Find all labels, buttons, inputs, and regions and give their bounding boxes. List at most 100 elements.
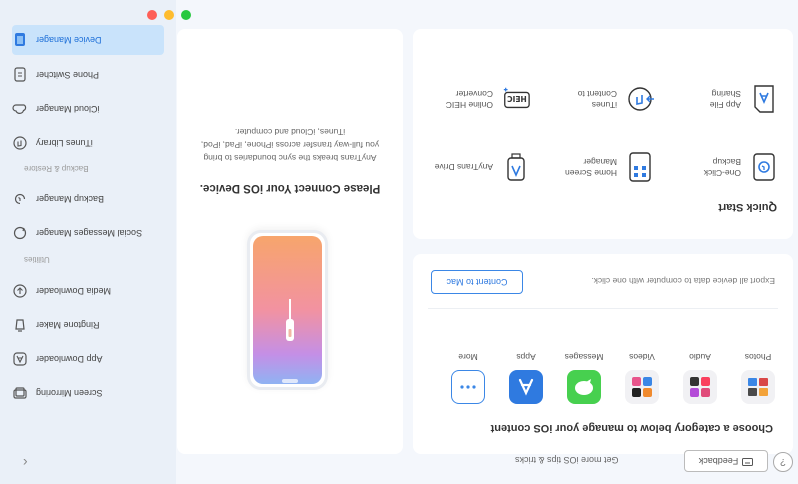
category-messages[interactable]: Messages: [564, 352, 604, 404]
sidebar-item-label: Social Messages Manager: [36, 228, 143, 238]
label-line: Home Screen: [565, 168, 617, 178]
close-window-button[interactable]: [147, 10, 157, 20]
label-line: AnyTrans Drive: [434, 162, 493, 173]
quick-start-itunes-content[interactable]: iTunes Content to: [540, 79, 655, 119]
videos-icon: [625, 370, 659, 404]
connect-device-description: AnyTrans breaks the sync boundaries to b…: [187, 125, 393, 164]
sidebar-item-label: Screen Mirroring: [36, 388, 103, 398]
description-line: iTunes, iCloud and computer.: [234, 127, 346, 137]
icloud-icon: [12, 101, 28, 117]
anytrans-drive-icon: [501, 152, 531, 182]
sidebar-item-app-downloader[interactable]: App Downloader: [12, 344, 164, 374]
connect-device-title: Please Connect Your iOS Device.: [199, 182, 381, 194]
screen-mirroring-icon: [12, 385, 28, 401]
more-icon: [451, 370, 485, 404]
apps-icon: [509, 370, 543, 404]
photos-icon: [741, 370, 775, 404]
phone-illustration: [247, 230, 328, 390]
quick-start-anytrans-drive[interactable]: AnyTrans Drive: [416, 147, 531, 187]
category-label: Apps: [516, 352, 536, 362]
audio-icon: [683, 370, 717, 404]
phone-notch: [282, 379, 298, 383]
messages-icon: [567, 370, 601, 404]
category-label: Messages: [564, 352, 604, 362]
quick-start-one-click-backup[interactable]: One-Click Backup: [664, 147, 779, 187]
category-title: Choose a category below to manage your i…: [490, 422, 773, 434]
category-more[interactable]: More: [451, 352, 485, 404]
section-header-backup-restore: Backup & Restore: [24, 164, 89, 173]
category-label: Photos: [744, 352, 772, 362]
one-click-backup-icon: [749, 152, 779, 182]
description-line: you full-way transfer across iPhone, iPa…: [200, 140, 380, 150]
label-line: One-Click: [703, 168, 741, 178]
backup-icon: [12, 191, 28, 207]
label-line: Converter: [455, 89, 493, 99]
sidebar: ‹ Screen Mirroring App Downloader Ringto…: [0, 0, 191, 484]
category-label: Videos: [629, 352, 655, 362]
content-to-mac-button[interactable]: Content to Mac: [431, 270, 523, 294]
app-downloader-icon: [12, 351, 28, 367]
itunes-content-icon: [625, 84, 655, 114]
category-row: Photos Audio Videos Messages Apps More: [451, 352, 775, 404]
sidebar-item-device-manager[interactable]: Device Manager: [12, 25, 164, 55]
tips-link[interactable]: Get more iOS tips & tricks: [515, 455, 619, 465]
category-panel: Choose a category below to manage your i…: [413, 254, 793, 454]
sidebar-item-label: iCloud Manager: [36, 104, 100, 114]
label-line: Content to: [577, 89, 617, 99]
quick-start-title: Quick Start: [718, 201, 777, 213]
sidebar-item-icloud-manager[interactable]: iCloud Manager: [12, 94, 164, 124]
sidebar-item-label: Backup Manager: [36, 194, 105, 204]
label-line: Sharing: [711, 89, 741, 99]
category-apps[interactable]: Apps: [509, 352, 543, 404]
label-line: Manager: [583, 157, 617, 167]
sidebar-item-screen-mirroring[interactable]: Screen Mirroring: [12, 378, 164, 408]
sidebar-item-media-downloader[interactable]: Media Downloader: [12, 276, 164, 306]
feedback-label: Feedback: [698, 456, 739, 466]
back-chevron-icon[interactable]: ‹: [23, 455, 28, 471]
quick-start-panel: Quick Start One-Click Backup Home Screen M…: [413, 29, 793, 239]
heic-converter-icon: HEIC: [501, 84, 531, 114]
quick-start-label: App File Sharing: [710, 88, 741, 110]
device-manager-icon: [12, 32, 28, 48]
sidebar-item-social-messages-manager[interactable]: Social Messages Manager: [12, 218, 164, 248]
itunes-icon: [12, 135, 28, 151]
quick-start-label: Online HEIC Converter: [446, 88, 493, 110]
category-audio[interactable]: Audio: [683, 352, 717, 404]
cable-plug-icon: [285, 297, 295, 341]
feedback-icon: [742, 456, 754, 467]
device-connect-panel: Please Connect Your iOS Device. AnyTrans…: [177, 29, 403, 454]
sidebar-item-itunes-library[interactable]: iTunes Library: [12, 128, 164, 158]
label-line: App File: [709, 100, 741, 110]
quick-start-app-file-sharing[interactable]: App File Sharing: [664, 79, 779, 119]
description-line: AnyTrans breaks the sync boundaries to b…: [203, 153, 377, 163]
app-window: ‹ Screen Mirroring App Downloader Ringto…: [0, 0, 798, 484]
quick-start-home-screen-manager[interactable]: Home Screen Manager: [540, 147, 655, 187]
sidebar-item-label: App Downloader: [36, 354, 103, 364]
quick-start-label: AnyTrans Drive: [435, 162, 493, 173]
category-videos[interactable]: Videos: [625, 352, 659, 404]
quick-start-heic-converter[interactable]: HEIC Online HEIC Converter: [416, 79, 531, 119]
section-header-utilities: Utilities: [24, 255, 50, 264]
quick-start-label: One-Click Backup: [704, 156, 741, 178]
category-label: More: [458, 352, 478, 362]
label-line: Backup: [712, 157, 741, 167]
sidebar-item-label: Ringtone Maker: [36, 320, 100, 330]
window-controls: [147, 10, 191, 20]
label-line: iTunes: [591, 100, 617, 110]
export-description: Export all device data to computer with …: [591, 276, 775, 286]
feedback-button[interactable]: Feedback: [684, 450, 768, 472]
category-photos[interactable]: Photos: [741, 352, 775, 404]
sidebar-item-label: iTunes Library: [36, 138, 93, 148]
phone-switcher-icon: [12, 67, 28, 83]
minimize-window-button[interactable]: [164, 10, 174, 20]
quick-start-label: Home Screen Manager: [565, 156, 617, 178]
sidebar-item-backup-manager[interactable]: Backup Manager: [12, 184, 164, 214]
help-button[interactable]: ?: [773, 452, 793, 472]
category-label: Audio: [689, 352, 711, 362]
sidebar-item-phone-switcher[interactable]: Phone Switcher: [12, 60, 164, 90]
sidebar-item-ringtone-maker[interactable]: Ringtone Maker: [12, 310, 164, 340]
sidebar-item-label: Device Manager: [36, 35, 102, 45]
zoom-window-button[interactable]: [181, 10, 191, 20]
social-messages-icon: [12, 225, 28, 241]
home-screen-icon: [625, 152, 655, 182]
